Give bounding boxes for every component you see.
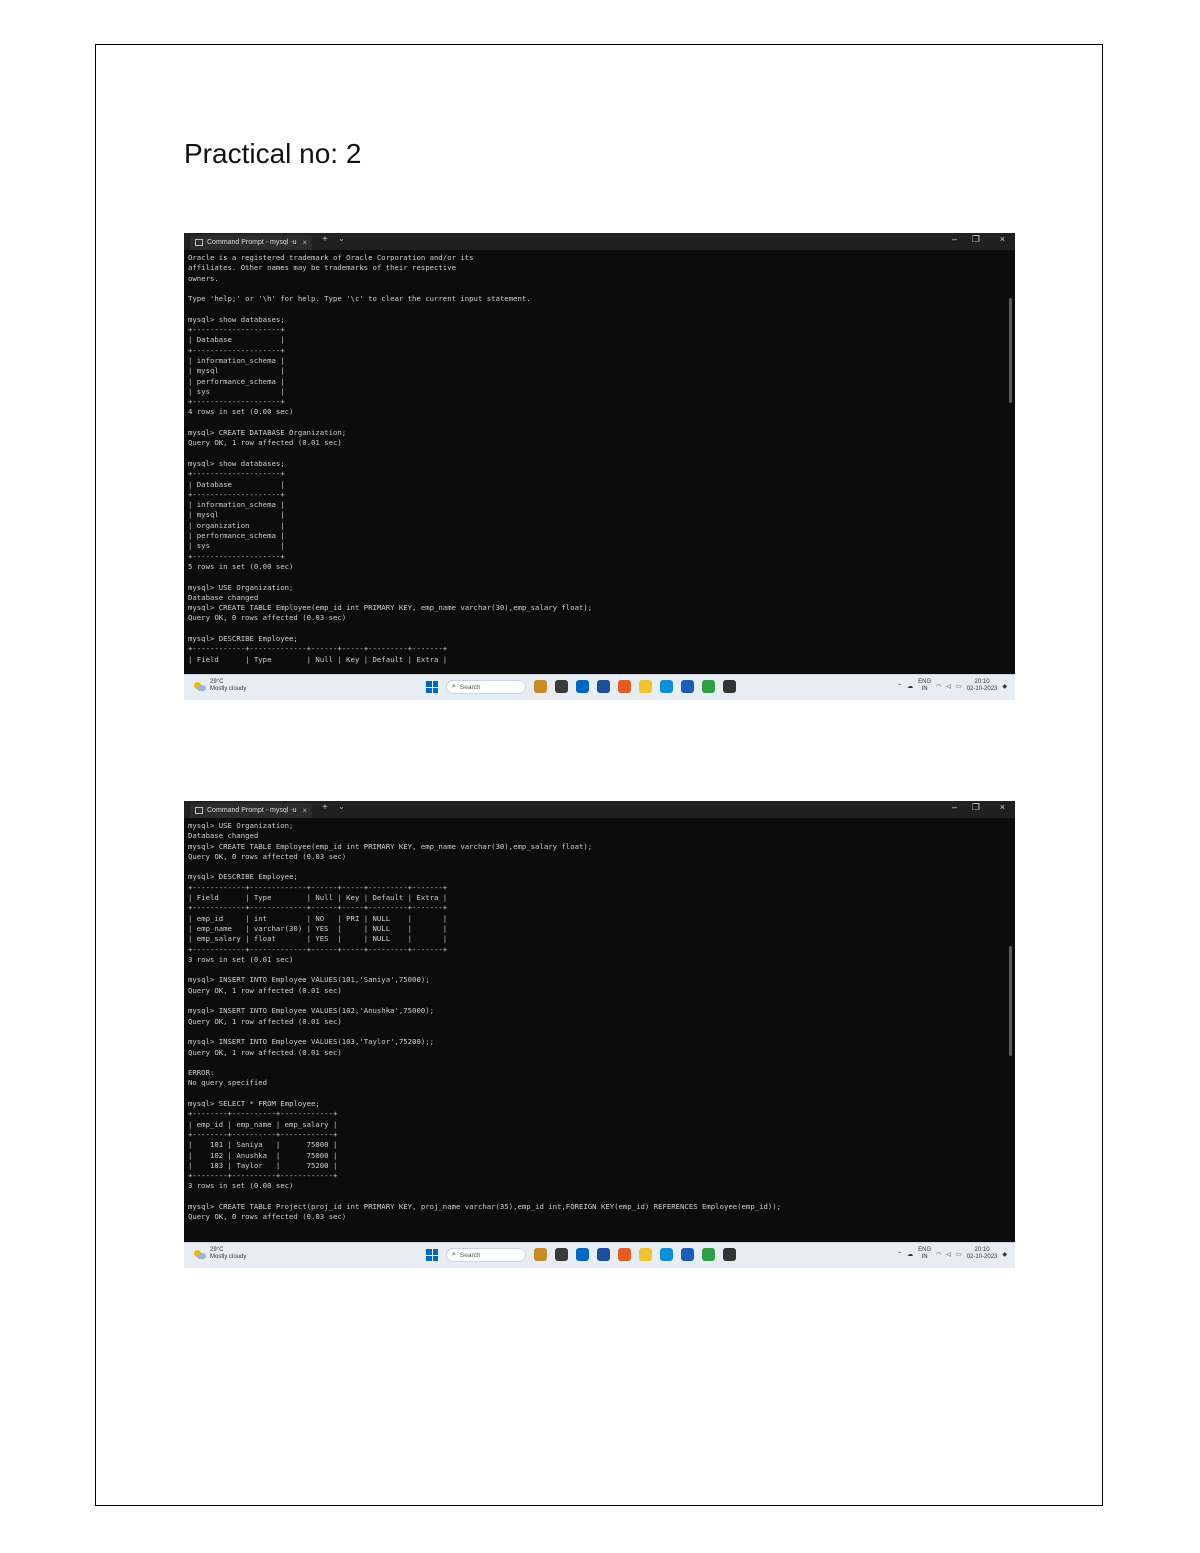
maximize-button[interactable]: ❐	[972, 802, 980, 813]
taskbar-app-icon[interactable]	[660, 680, 673, 693]
speaker-icon[interactable]: ◁	[946, 1251, 951, 1258]
tab-title: Command Prompt - mysql -u	[207, 239, 297, 246]
search-icon: ⌕	[452, 683, 456, 690]
terminal-titlebar: Command Prompt - mysql -u × + ⌄ – ❐ ×	[184, 233, 1015, 250]
clock-time: 20:10	[974, 1247, 990, 1253]
console-scrollbar[interactable]	[1009, 298, 1012, 403]
language-top: ENG	[918, 679, 932, 685]
taskbar-app-icon[interactable]	[618, 1248, 631, 1261]
clock-date: 02-10-2023	[966, 1254, 998, 1260]
weather-temp: 29°C	[210, 1247, 224, 1253]
taskbar-app-icon[interactable]	[597, 1248, 610, 1261]
taskbar-app-icon[interactable]	[534, 680, 547, 693]
taskbar-search[interactable]: ⌕ Search	[446, 680, 526, 694]
windows-taskbar: 29°C Mostly cloudy ⌕ Search ⌃ ☁ ENG IN ◠…	[184, 674, 1015, 700]
speaker-icon[interactable]: ◁	[946, 683, 951, 690]
cloudy-weather-icon	[194, 1249, 206, 1259]
notification-icon[interactable]: ◆	[1002, 1251, 1007, 1258]
notification-icon[interactable]: ◆	[1002, 683, 1007, 690]
minimize-button[interactable]: –	[952, 234, 957, 244]
tab-close-icon[interactable]: ×	[302, 238, 307, 247]
clock[interactable]: 20:10 02-10-2023	[967, 679, 998, 693]
terminal-titlebar: Command Prompt - mysql -u × + ⌄ – ❐ ×	[184, 801, 1015, 818]
weather-desc: Mostly cloudy	[210, 686, 247, 692]
taskbar-app-icon[interactable]	[681, 1248, 694, 1261]
wifi-icon[interactable]: ◠	[936, 1251, 941, 1258]
cloud-icon[interactable]: ☁	[907, 683, 913, 690]
taskbar-app-icon[interactable]	[702, 1248, 715, 1261]
taskbar-app-icon[interactable]	[534, 1248, 547, 1261]
search-label: Search	[459, 1251, 481, 1259]
taskbar-app-icon[interactable]	[576, 680, 589, 693]
taskbar-app-icon[interactable]	[639, 1248, 652, 1261]
cloudy-weather-icon	[194, 681, 206, 691]
tab-dropdown-icon[interactable]: ⌄	[338, 234, 345, 243]
terminal-screenshot-2: Command Prompt - mysql -u × + ⌄ – ❐ × my…	[184, 801, 1015, 1268]
system-tray: ⌃ ☁ ENG IN ◠ ◁ ▭ 20:10 02-10-2023 ◆	[897, 679, 1007, 693]
wifi-icon[interactable]: ◠	[936, 683, 941, 690]
taskbar-app-icon[interactable]	[702, 680, 715, 693]
terminal-tab[interactable]: Command Prompt - mysql -u ×	[190, 803, 312, 818]
maximize-button[interactable]: ❐	[972, 234, 980, 245]
language-indicator[interactable]: ENG IN	[918, 1247, 931, 1261]
windows-taskbar: 29°C Mostly cloudy ⌕ Search ⌃ ☁ ENG IN ◠…	[184, 1242, 1015, 1268]
language-top: ENG	[918, 1247, 932, 1253]
taskbar-app-icon[interactable]	[681, 680, 694, 693]
clock-time: 20:10	[974, 679, 990, 685]
clock-date: 02-10-2023	[966, 686, 998, 692]
console-output[interactable]: mysql> USE Organization; Database change…	[188, 821, 1003, 1241]
search-icon: ⌕	[452, 1251, 456, 1258]
console-text: Oracle is a registered trademark of Orac…	[188, 253, 593, 664]
taskbar-search[interactable]: ⌕ Search	[446, 1248, 526, 1262]
terminal-screenshot-1: Command Prompt - mysql -u × + ⌄ – ❐ × Or…	[184, 233, 1015, 700]
tab-title: Command Prompt - mysql -u	[207, 807, 297, 814]
taskbar-app-icon[interactable]	[597, 680, 610, 693]
console-scrollbar[interactable]	[1009, 946, 1012, 1056]
language-bottom: IN	[921, 686, 928, 692]
new-tab-button[interactable]: +	[322, 234, 328, 245]
weather-widget[interactable]: 29°C Mostly cloudy	[194, 679, 246, 693]
windows-start-icon[interactable]	[426, 681, 438, 693]
chevron-up-icon[interactable]: ⌃	[897, 683, 902, 690]
weather-widget[interactable]: 29°C Mostly cloudy	[194, 1247, 246, 1261]
system-tray: ⌃ ☁ ENG IN ◠ ◁ ▭ 20:10 02-10-2023 ◆	[897, 1247, 1007, 1261]
search-label: Search	[459, 683, 481, 691]
weather-desc: Mostly cloudy	[210, 1254, 247, 1260]
taskbar-app-icon[interactable]	[618, 680, 631, 693]
language-bottom: IN	[921, 1254, 928, 1260]
page-title: Practical no: 2	[184, 138, 362, 169]
tab-close-icon[interactable]: ×	[302, 806, 307, 815]
terminal-tab[interactable]: Command Prompt - mysql -u ×	[190, 235, 312, 250]
weather-temp: 29°C	[210, 679, 224, 685]
windows-start-icon[interactable]	[426, 1249, 438, 1261]
chevron-up-icon[interactable]: ⌃	[897, 1251, 902, 1258]
new-tab-button[interactable]: +	[322, 802, 328, 813]
minimize-button[interactable]: –	[952, 802, 957, 812]
taskbar-apps	[534, 680, 736, 693]
console-output[interactable]: Oracle is a registered trademark of Orac…	[188, 253, 1003, 673]
taskbar-app-icon[interactable]	[723, 1248, 736, 1261]
close-button[interactable]: ×	[1000, 802, 1005, 812]
taskbar-apps	[534, 1248, 736, 1261]
terminal-icon	[195, 239, 203, 246]
language-indicator[interactable]: ENG IN	[918, 679, 931, 693]
taskbar-app-icon[interactable]	[723, 680, 736, 693]
cloud-icon[interactable]: ☁	[907, 1251, 913, 1258]
taskbar-app-icon[interactable]	[555, 1248, 568, 1261]
taskbar-app-icon[interactable]	[555, 680, 568, 693]
taskbar-app-icon[interactable]	[660, 1248, 673, 1261]
battery-icon[interactable]: ▭	[956, 1251, 962, 1258]
clock[interactable]: 20:10 02-10-2023	[967, 1247, 998, 1261]
tab-dropdown-icon[interactable]: ⌄	[338, 802, 345, 811]
taskbar-app-icon[interactable]	[576, 1248, 589, 1261]
taskbar-app-icon[interactable]	[639, 680, 652, 693]
close-button[interactable]: ×	[1000, 234, 1005, 244]
terminal-icon	[195, 807, 203, 814]
console-text: mysql> USE Organization; Database change…	[188, 821, 782, 1222]
battery-icon[interactable]: ▭	[956, 683, 962, 690]
